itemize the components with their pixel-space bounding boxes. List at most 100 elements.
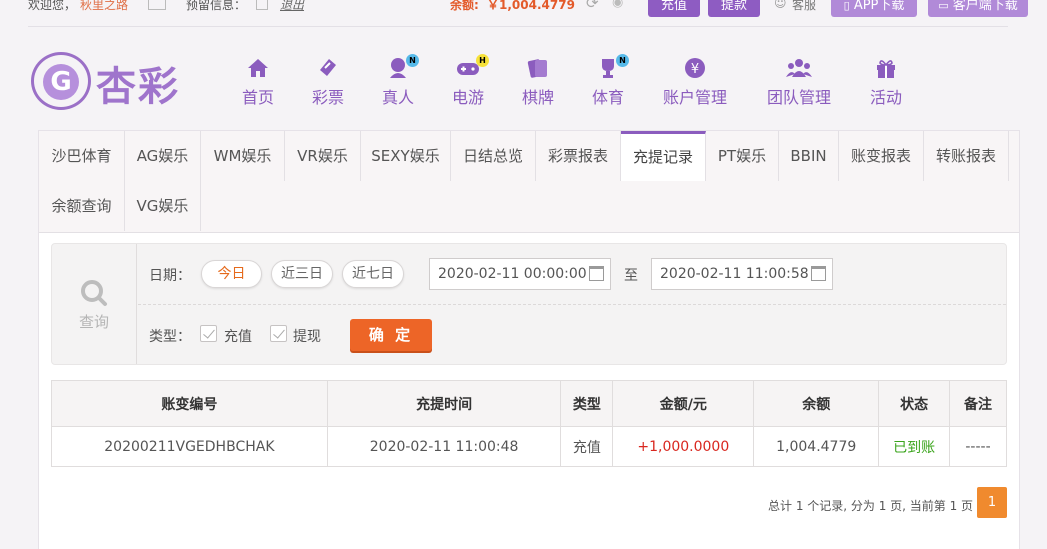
service-link[interactable]: 客服 — [792, 0, 816, 13]
query-title: 查询 — [79, 313, 110, 331]
nav-badge: N — [406, 54, 419, 67]
lottery-icon — [320, 59, 336, 76]
tab-account-changes[interactable]: 账变报表 — [839, 131, 924, 181]
cell-txn-id: 20200211VGEDHBCHAK — [51, 426, 328, 467]
cell-balance: 1,004.4779 — [753, 426, 880, 467]
status-badge: 已到账 — [878, 426, 951, 467]
calendar-icon[interactable] — [589, 266, 604, 281]
nav-account[interactable]: ¥ 账户管理 — [660, 56, 730, 108]
recharge-button[interactable]: 充值 — [648, 0, 700, 17]
withdraw-checkbox-label: 提现 — [293, 329, 321, 345]
nav-label: 彩票 — [311, 88, 344, 107]
cell-type: 充值 — [560, 426, 614, 467]
tab-daily-overview[interactable]: 日结总览 — [451, 131, 536, 181]
main-panel: 沙巴体育 AG娱乐 WM娱乐 VR娱乐 SEXY娱乐 日结总览 彩票报表 充提记… — [38, 130, 1020, 549]
nav-home[interactable]: 首页 — [238, 56, 278, 108]
balance-value: ￥1,004.4779 — [487, 0, 575, 12]
tab-ag[interactable]: AG娱乐 — [125, 131, 201, 181]
date-label: 日期： — [149, 268, 191, 284]
svg-text:¥: ¥ — [691, 62, 699, 77]
welcome-label: 欢迎您， — [28, 0, 77, 12]
start-date-input[interactable]: 2020-02-11 00:00:00 — [429, 258, 611, 290]
home-icon — [248, 59, 268, 77]
nav-slots[interactable]: H 电游 — [448, 54, 489, 108]
header-remark: 备注 — [949, 380, 1007, 427]
live-dealer-icon: N — [385, 54, 419, 80]
divider — [138, 304, 1006, 305]
notice-label: 预留信息： — [186, 0, 247, 12]
page-1-button[interactable]: 1 — [977, 487, 1007, 518]
nav-label: 团队管理 — [766, 88, 831, 107]
top-bar: 欢迎您， 秋里之路 预留信息： 退出 余额: ￥1,004.4779 ⟳ ◉ 充… — [0, 0, 1047, 22]
tab-shaba-sports[interactable]: 沙巴体育 — [39, 131, 125, 181]
refresh-icon[interactable]: ⟳ — [586, 0, 599, 12]
top-divider — [28, 26, 1008, 27]
tab-deposit-withdraw[interactable]: 充提记录 — [621, 131, 706, 181]
nav-label: 真人 — [381, 88, 414, 107]
nav-live[interactable]: N 真人 — [378, 54, 419, 108]
nav-label: 活动 — [869, 88, 902, 107]
logo-emblem[interactable]: G — [31, 52, 91, 110]
tab-pt[interactable]: PT娱乐 — [706, 131, 779, 181]
header-status: 状态 — [878, 380, 951, 427]
logout-link[interactable]: 退出 — [280, 0, 304, 13]
tab-transfer-report[interactable]: 转账报表 — [924, 131, 1009, 181]
nav-label: 体育 — [591, 88, 624, 107]
hide-icon[interactable]: ◉ — [612, 0, 623, 10]
start-date-value: 2020-02-11 00:00:00 — [438, 266, 587, 282]
cards-icon — [527, 59, 547, 78]
nav-label: 棋牌 — [521, 88, 554, 107]
withdraw-button[interactable]: 提款 — [708, 0, 760, 17]
to-label: 至 — [624, 268, 638, 284]
type-label: 类型： — [149, 329, 191, 345]
range-7days-button[interactable]: 近七日 — [342, 260, 404, 288]
username: 秋里之路 — [80, 0, 129, 12]
recharge-checkbox[interactable] — [200, 325, 217, 342]
report-tabs: 沙巴体育 AG娱乐 WM娱乐 VR娱乐 SEXY娱乐 日结总览 彩票报表 充提记… — [39, 131, 1019, 233]
query-box: 查询 日期： 今日 近三日 近七日 2020-02-11 00:00:00 至 … — [51, 243, 1007, 365]
service-icon[interactable]: ☺ — [774, 0, 787, 10]
tab-balance-query[interactable]: 余额查询 — [39, 181, 125, 231]
header-type: 类型 — [560, 380, 614, 427]
app-download-label: APP下载 — [853, 0, 905, 13]
client-download-button[interactable]: ▭ 客户端下载 — [928, 0, 1028, 17]
app-download-button[interactable]: ▯ APP下载 — [831, 0, 917, 17]
gift-icon — [877, 60, 895, 78]
tab-vg[interactable]: VG娱乐 — [125, 181, 201, 231]
header-amount: 金额/元 — [612, 380, 755, 427]
end-date-input[interactable]: 2020-02-11 11:00:58 — [651, 258, 833, 290]
nav-lottery[interactable]: 彩票 — [308, 56, 348, 108]
tab-bbin[interactable]: BBIN — [779, 131, 839, 181]
withdraw-checkbox[interactable] — [270, 325, 287, 342]
table-header-row: 账变编号 充提时间 类型 金额/元 余额 状态 备注 — [51, 380, 1007, 427]
search-icon — [81, 280, 107, 306]
nav-label: 电游 — [451, 88, 484, 107]
yen-icon: ¥ — [685, 58, 705, 78]
tab-wm[interactable]: WM娱乐 — [201, 131, 285, 181]
header-time: 充提时间 — [326, 380, 562, 427]
gamepad-icon: H — [455, 54, 489, 80]
edit-icon[interactable] — [256, 0, 268, 10]
phone-icon: ▯ — [843, 0, 850, 12]
tab-sexy[interactable]: SEXY娱乐 — [361, 131, 451, 181]
range-3days-button[interactable]: 近三日 — [271, 260, 333, 288]
mail-icon[interactable] — [148, 0, 166, 10]
calendar-icon[interactable] — [811, 266, 826, 281]
nav-cards[interactable]: 棋牌 — [518, 56, 558, 108]
nav-label: 账户管理 — [662, 88, 727, 107]
logo-text[interactable]: 杏彩 — [96, 54, 180, 112]
tab-vr[interactable]: VR娱乐 — [285, 131, 361, 181]
monitor-icon: ▭ — [938, 0, 949, 12]
tab-lottery-report[interactable]: 彩票报表 — [536, 131, 621, 181]
nav-sports[interactable]: N 体育 — [588, 54, 629, 108]
nav-events[interactable]: 活动 — [866, 56, 906, 108]
records-table: 账变编号 充提时间 类型 金额/元 余额 状态 备注 20200211VGEDH… — [51, 380, 1007, 467]
confirm-button[interactable]: 确 定 — [350, 319, 432, 351]
range-today-button[interactable]: 今日 — [201, 260, 262, 288]
cell-amount: +1,000.0000 — [612, 426, 755, 467]
cell-time: 2020-02-11 11:00:48 — [326, 426, 562, 467]
logo-mark: G — [43, 64, 79, 100]
nav-team[interactable]: 团队管理 — [764, 56, 834, 108]
pagination-summary: 总计 1 个记录, 分为 1 页, 当前第 1 页 — [768, 499, 974, 513]
balance-label: 余额: — [450, 0, 479, 12]
